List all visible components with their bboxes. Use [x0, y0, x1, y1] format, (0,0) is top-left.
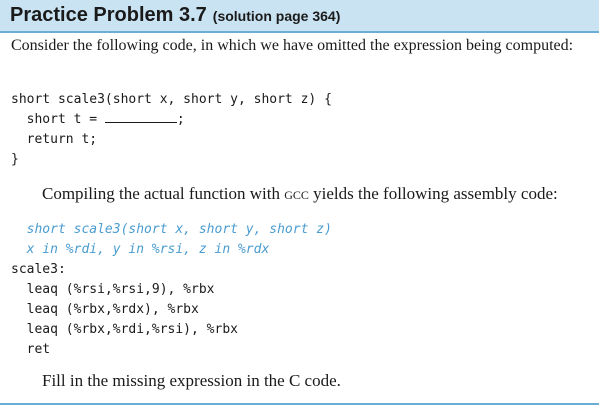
c-code-line-3: return t;	[11, 132, 98, 147]
compiler-name: gcc	[284, 184, 309, 203]
missing-expression-blank	[104, 112, 177, 123]
c-code-line-1: short scale3(short x, short y, short z) …	[11, 92, 332, 107]
compile-statement-after: yields the following assembly code:	[308, 184, 558, 203]
closing-instruction: Fill in the missing expression in the C …	[42, 371, 341, 390]
c-code-line-4: }	[11, 152, 19, 167]
problem-title: Practice Problem 3.7 (solution page 364)	[10, 4, 340, 27]
solution-page-reference: (solution page 364)	[212, 8, 341, 24]
assembly-instruction-4: ret	[11, 342, 51, 357]
c-code-block: short scale3(short x, short y, short z) …	[11, 90, 332, 170]
compile-statement: Compiling the actual function with gcc y…	[42, 184, 558, 204]
assembly-instruction-3: leaq (%rbx,%rdi,%rsi), %rbx	[11, 322, 238, 337]
c-code-line-2-prefix: short t =	[11, 112, 105, 127]
assembly-comment-1: short scale3(short x, short y, short z)	[11, 222, 332, 237]
intro-paragraph: Consider the following code, in which we…	[11, 37, 574, 54]
compile-statement-before: Compiling the actual function with	[42, 184, 285, 203]
assembly-comments: short scale3(short x, short y, short z) …	[11, 220, 332, 260]
assembly-label: scale3:	[11, 262, 66, 277]
assembly-comment-2: x in %rdi, y in %rsi, z in %rdx	[11, 242, 270, 257]
assembly-code-block: scale3: leaq (%rsi,%rsi,9), %rbx leaq (%…	[11, 260, 238, 360]
assembly-instruction-1: leaq (%rsi,%rsi,9), %rbx	[11, 282, 215, 297]
problem-title-text: Practice Problem 3.7	[10, 4, 207, 26]
c-code-line-2: short t = ;	[11, 112, 185, 127]
c-code-line-2-suffix: ;	[176, 112, 185, 127]
assembly-instruction-2: leaq (%rbx,%rdx), %rbx	[11, 302, 199, 317]
problem-header: Practice Problem 3.7 (solution page 364)	[0, 0, 599, 33]
bottom-rule	[0, 403, 599, 405]
